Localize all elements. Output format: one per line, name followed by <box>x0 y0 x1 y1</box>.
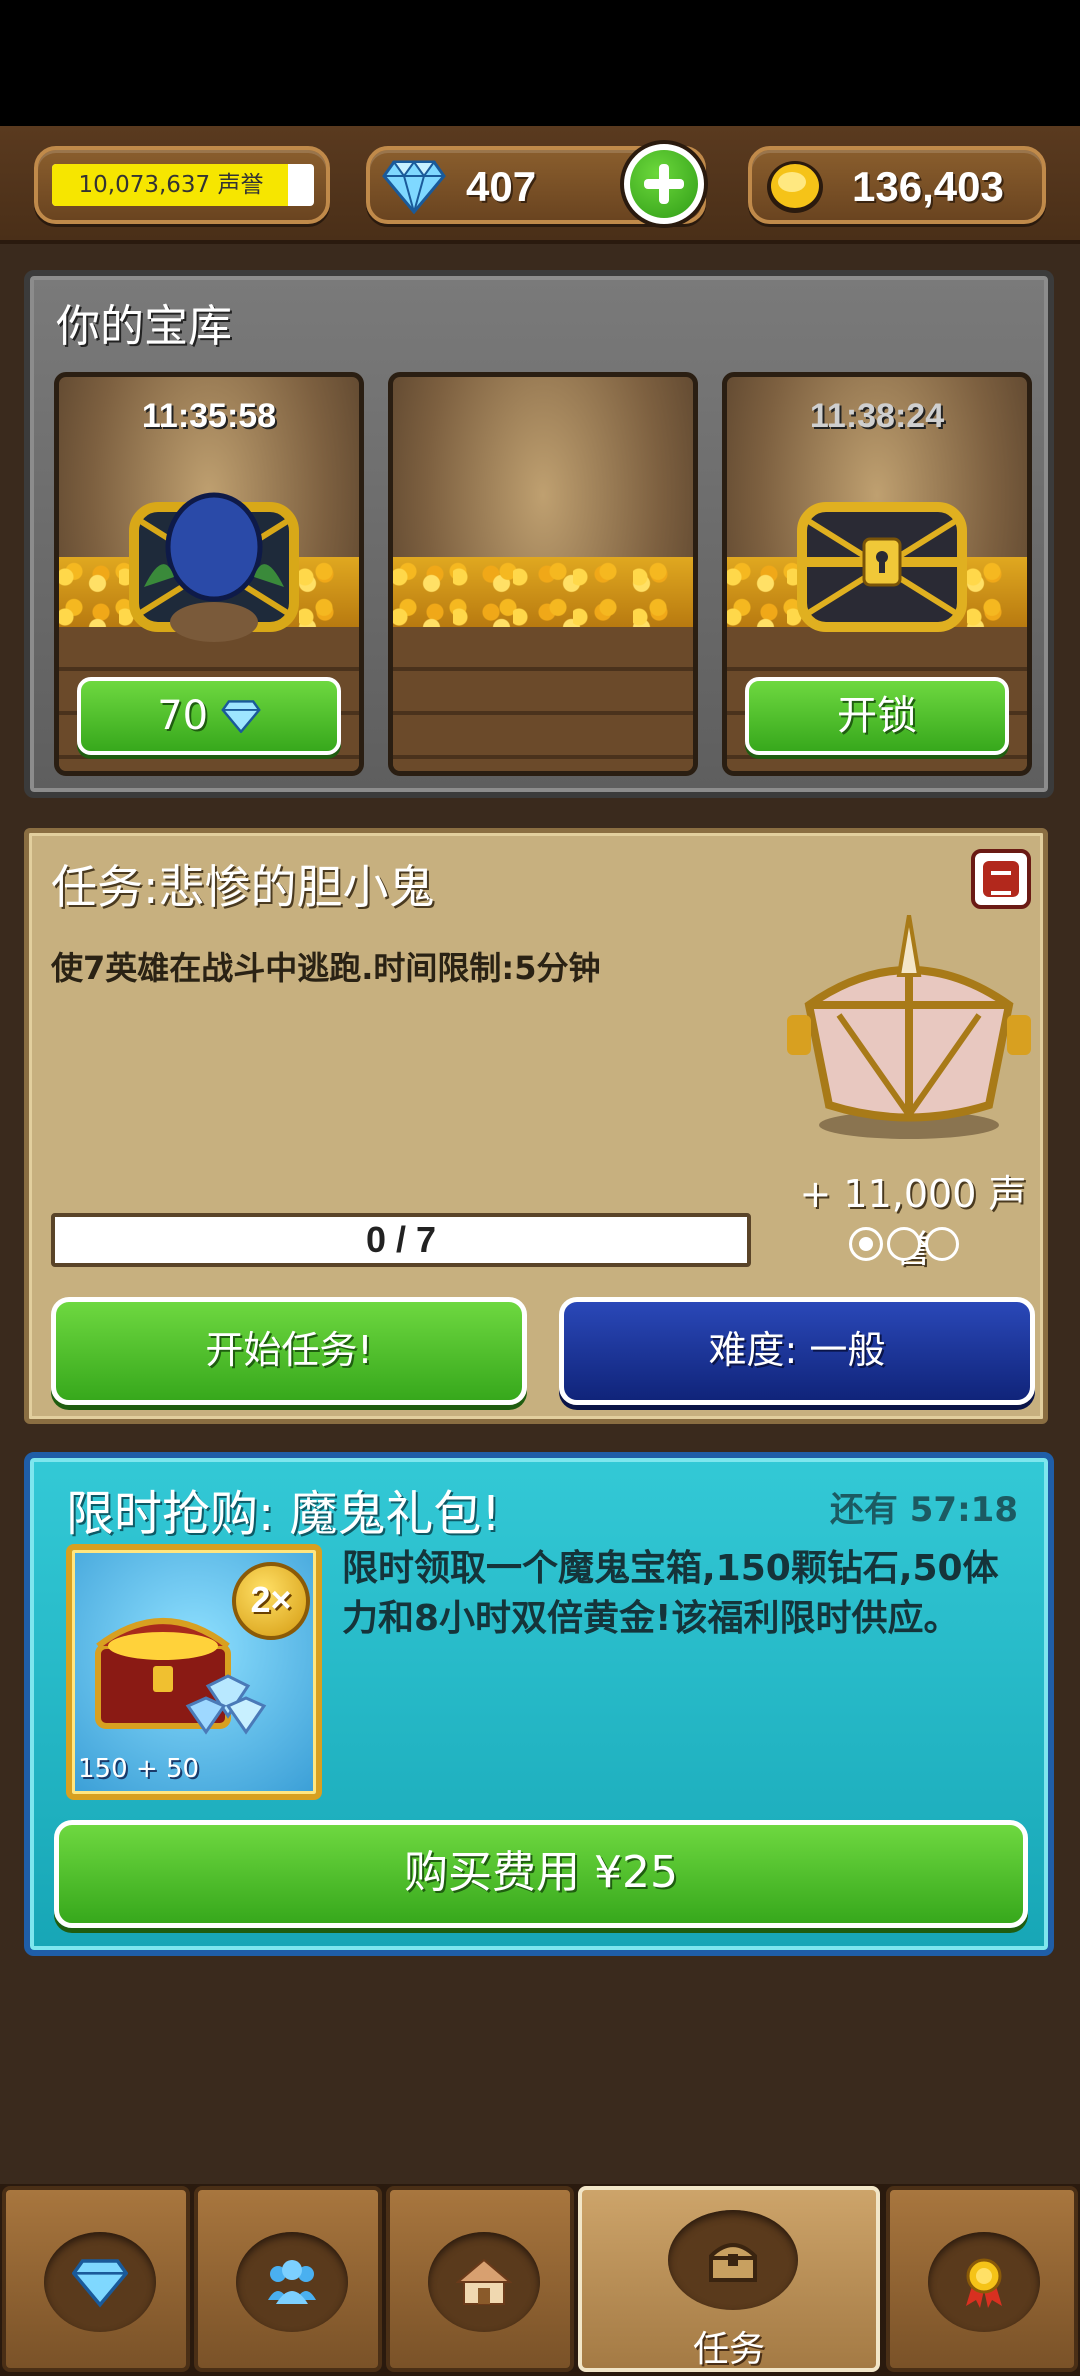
double-gold-badge: 2× <box>232 1562 310 1640</box>
tab-quests-label: 任务 <box>692 2329 765 2370</box>
flash-sale-panel: 限时抢购: 魔鬼礼包! 还有 57:18 2× 150 + 50 限时领取一个魔… <box>24 1452 1054 1956</box>
speed-up-cost: 70 <box>157 693 209 739</box>
plus-icon <box>630 150 698 218</box>
gold-coin-icon <box>767 161 823 213</box>
difficulty-dot <box>887 1227 921 1261</box>
offer-timer: 还有 57:18 <box>829 1490 1018 1530</box>
status-bar <box>0 0 1080 126</box>
fame-value: 10,073,637 声誉 <box>78 172 264 198</box>
slot-1-timer: 11:35:58 <box>141 397 277 435</box>
reward-chest-icon <box>787 915 1031 1139</box>
gold-pile-image <box>393 557 693 627</box>
quest-progress-text: 0 / 7 <box>365 1219 437 1260</box>
treasury-panel: 你的宝库 11:35:58 70 11:38:24 开锁 <box>24 270 1054 798</box>
quest-progress-bar: 0 / 7 <box>51 1213 751 1267</box>
tab-icon-holder <box>236 2232 348 2332</box>
gem-icon <box>382 160 446 214</box>
quest-description: 使7英雄在战斗中逃跑.时间限制:5分钟 <box>51 949 601 987</box>
vault-slot-1[interactable]: 11:35:58 70 <box>54 372 364 776</box>
add-gems-button[interactable] <box>620 140 708 228</box>
bundle-contents: 150 + 50 <box>78 1754 200 1784</box>
difficulty-dot <box>849 1227 883 1261</box>
tab-icon-holder <box>428 2232 540 2332</box>
wood-floor <box>393 627 693 771</box>
start-quest-button[interactable]: 开始任务! <box>51 1297 527 1405</box>
offer-description: 限时领取一个魔鬼宝箱,150颗钻石,50体力和8小时双倍黄金!该福利限时供应。 <box>342 1548 999 1639</box>
tab-icon-holder <box>44 2232 156 2332</box>
tab-achievements[interactable] <box>886 2186 1078 2372</box>
tab-icon-holder <box>668 2210 798 2310</box>
house-icon <box>456 2258 512 2305</box>
tab-quests[interactable]: 任务 <box>578 2186 880 2372</box>
gold-count: 136,403 <box>852 163 1004 210</box>
quest-title: 任务:悲惨的胆小鬼 <box>51 860 435 914</box>
tab-heroes[interactable] <box>194 2186 382 2372</box>
gold-display[interactable]: 136,403 <box>748 146 1046 224</box>
gem-count: 407 <box>466 163 537 210</box>
fame-display[interactable]: 10,073,637 声誉 <box>34 146 330 224</box>
difficulty-dot <box>925 1227 959 1261</box>
fame-progress-bar: 10,073,637 声誉 <box>52 164 314 206</box>
tab-town[interactable] <box>386 2186 574 2372</box>
offer-bundle-image: 2× 150 + 50 <box>66 1544 322 1800</box>
unlock-button[interactable]: 开锁 <box>745 677 1009 755</box>
locked-chest-icon <box>797 502 967 632</box>
gem-icon <box>72 2259 128 2308</box>
people-icon <box>268 2260 316 2304</box>
treasury-title: 你的宝库 <box>56 301 232 352</box>
opening-chest-icon <box>129 492 299 642</box>
offer-title: 限时抢购: 魔鬼礼包! <box>66 1486 501 1542</box>
gem-icon <box>221 700 261 734</box>
chest-icon <box>709 2243 757 2282</box>
speed-up-button[interactable]: 70 <box>77 677 341 755</box>
buy-button[interactable]: 购买费用 ¥25 <box>54 1820 1028 1928</box>
slot-3-timer: 11:38:24 <box>809 397 945 435</box>
difficulty-indicator <box>849 1227 969 1263</box>
medal-icon <box>966 2258 1002 2308</box>
quest-panel: 任务:悲惨的胆小鬼 使7英雄在战斗中逃跑.时间限制:5分钟 + 11,000 声… <box>24 828 1048 1424</box>
vault-slot-3[interactable]: 11:38:24 开锁 <box>722 372 1032 776</box>
quest-info-button[interactable] <box>971 849 1031 909</box>
difficulty-button[interactable]: 难度: 一般 <box>559 1297 1035 1405</box>
bottom-nav: 任务 <box>0 2184 1080 2376</box>
resource-bar: 10,073,637 声誉 407 136,403 <box>0 126 1080 244</box>
tab-shop[interactable] <box>2 2186 190 2372</box>
tab-icon-holder <box>928 2232 1040 2332</box>
vault-slot-2-empty[interactable] <box>388 372 698 776</box>
